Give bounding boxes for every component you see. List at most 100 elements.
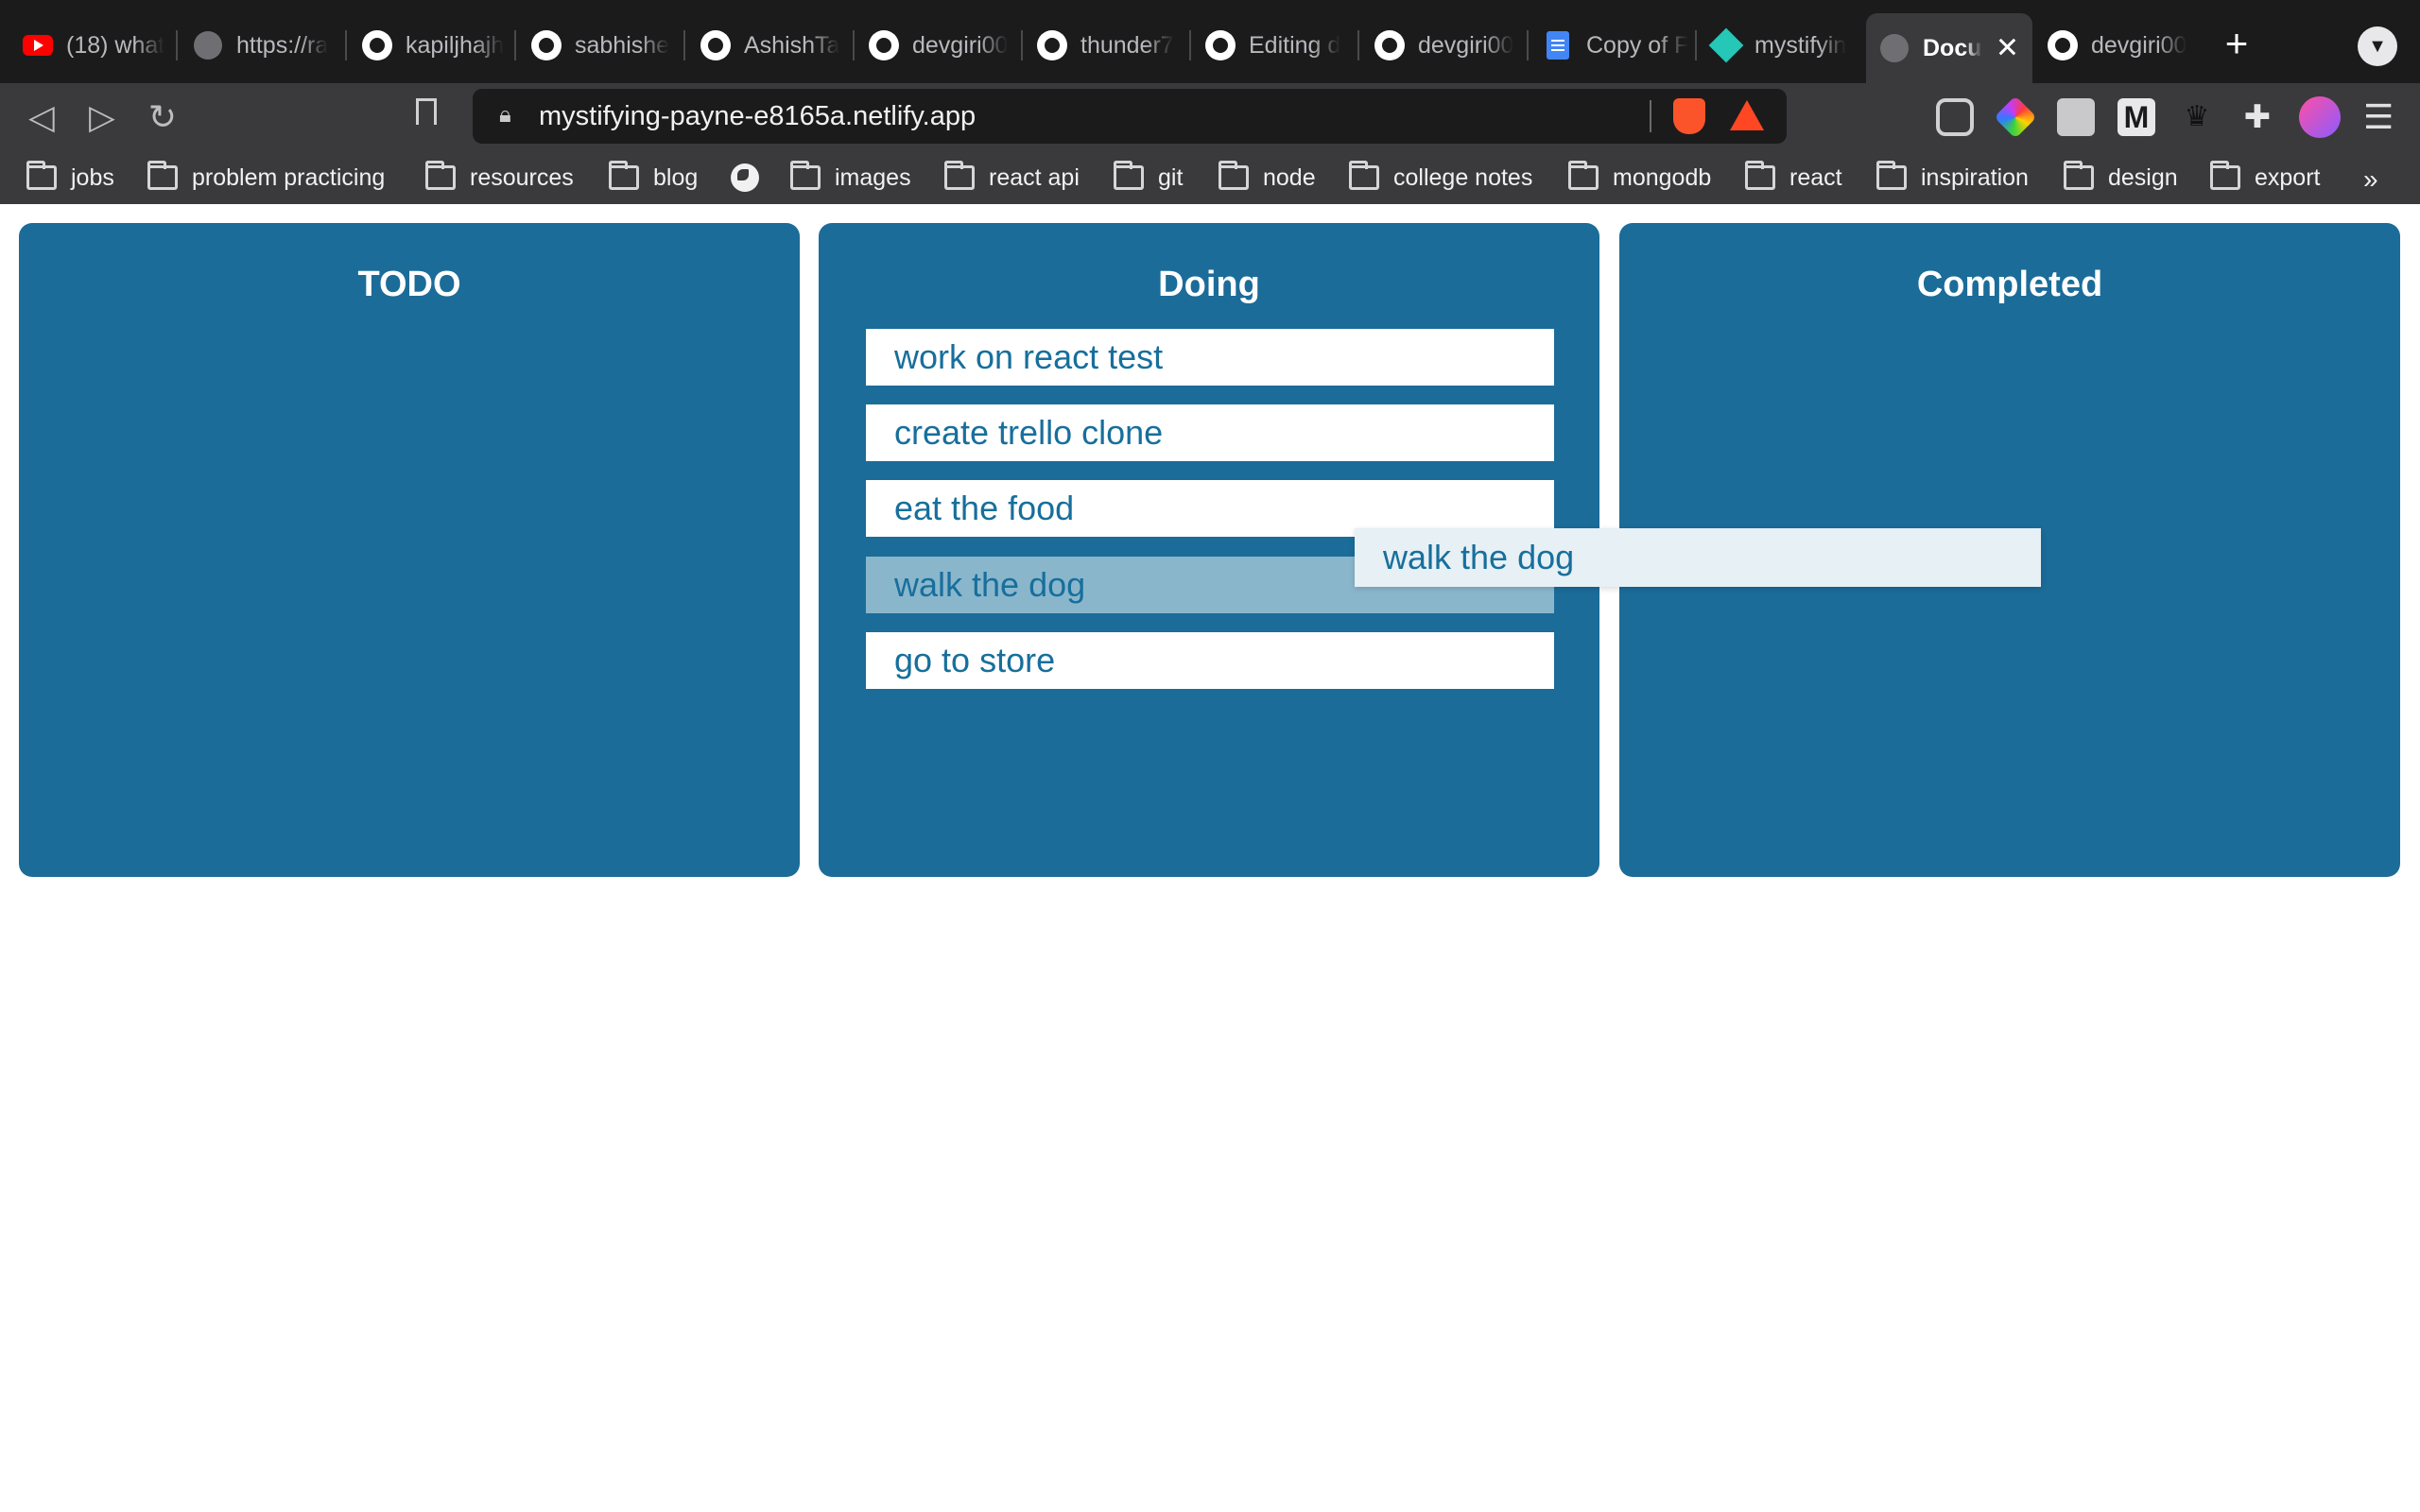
tab-github[interactable]: devgiri00	[1361, 17, 1529, 74]
bookmark-label: problem practicing	[192, 163, 386, 191]
bookmark-globe[interactable]	[731, 159, 759, 197]
github-icon	[1037, 30, 1067, 60]
tab-search-chevron-down-icon[interactable]: ▼	[2358, 26, 2397, 66]
tab-label: Docu	[1923, 34, 1982, 61]
tab-active-document[interactable]: Docu ✕	[1866, 13, 2032, 83]
tab-github[interactable]: AshishTa	[687, 17, 855, 74]
m-extension-icon[interactable]: M	[2118, 98, 2155, 136]
folder-icon	[425, 161, 456, 190]
github-icon	[531, 30, 562, 60]
close-icon[interactable]: ✕	[1996, 32, 2019, 65]
browser-chrome: (18) what https://ra kapiljhajh sabhishe…	[0, 0, 2420, 204]
globe-icon	[1879, 33, 1910, 63]
tab-label: kapiljhajh	[406, 31, 505, 59]
bookmark-icon[interactable]	[416, 98, 437, 125]
tab-label: AshishTa	[744, 31, 840, 59]
dragged-card-preview[interactable]: walk the dog	[1355, 528, 2041, 587]
back-arrow-icon[interactable]: ◁	[15, 91, 68, 144]
tab-youtube[interactable]: (18) what	[9, 17, 178, 74]
bookmark-folder[interactable]: images	[790, 159, 911, 197]
bookmark-label: react	[1789, 163, 1842, 191]
google-docs-icon	[1543, 30, 1573, 60]
extension-icon[interactable]	[2057, 98, 2095, 136]
folder-icon	[609, 161, 639, 190]
tab-link[interactable]: https://ra	[180, 17, 347, 74]
bookmark-folder[interactable]: jobs	[26, 159, 114, 197]
bookmark-folder[interactable]: git	[1114, 159, 1183, 197]
globe-icon	[193, 30, 223, 60]
bookmark-folder[interactable]: inspiration	[1876, 159, 2029, 197]
bookmark-label: resources	[470, 163, 574, 191]
bookmark-folder[interactable]: export	[2210, 159, 2320, 197]
forward-arrow-icon[interactable]: ▷	[76, 91, 129, 144]
new-tab-button[interactable]: +	[2216, 24, 2257, 66]
tab-github[interactable]: sabhishe	[518, 17, 685, 74]
tab-netlify[interactable]: mystifyin	[1698, 17, 1865, 74]
column-todo[interactable]: TODO	[19, 223, 800, 877]
task-card[interactable]: create trello clone	[866, 404, 1554, 461]
folder-icon	[2210, 161, 2240, 190]
crown-extension-icon[interactable]: ♛	[2178, 98, 2216, 136]
column-title: Completed	[1916, 265, 2103, 304]
youtube-icon	[23, 30, 53, 60]
github-icon	[1205, 30, 1236, 60]
tab-label: (18) what	[66, 31, 165, 59]
folder-icon	[26, 161, 57, 190]
bookmark-folder[interactable]: react	[1745, 159, 1842, 197]
tab-google-docs[interactable]: Copy of F	[1530, 17, 1697, 74]
bookmark-folder[interactable]: react api	[944, 159, 1080, 197]
bookmark-label: college notes	[1393, 163, 1533, 191]
folder-icon	[790, 161, 821, 190]
color-picker-extension-icon[interactable]	[1994, 95, 2037, 139]
bookmark-label: jobs	[71, 163, 114, 191]
puzzle-icon[interactable]: ✚	[2238, 98, 2276, 136]
bookmark-folder[interactable]: problem practicing	[147, 159, 385, 197]
reload-icon[interactable]: ↻	[136, 91, 189, 144]
github-icon	[1374, 30, 1405, 60]
tab-label: sabhishe	[575, 31, 670, 59]
tab-label: https://ra	[236, 31, 329, 59]
tab-label: Editing d	[1249, 31, 1341, 59]
brave-shields-icon[interactable]	[1673, 98, 1705, 134]
column-title: Doing	[1158, 265, 1260, 304]
url-text: mystifying-payne-e8165a.netlify.app	[539, 101, 977, 131]
bookmark-label: mongodb	[1613, 163, 1712, 191]
tab-label: devgiri00	[2091, 31, 2187, 59]
tab-github[interactable]: devgiri00	[856, 17, 1023, 74]
bookmark-label: git	[1158, 163, 1184, 191]
bookmarks-bar: jobs problem practicing resources blog i…	[0, 151, 2420, 204]
bookmark-label: design	[2108, 163, 2178, 191]
more-bookmarks-chevron-icon[interactable]: »	[2363, 164, 2378, 195]
bookmark-folder[interactable]: resources	[425, 159, 574, 197]
folder-icon	[1219, 161, 1249, 190]
screenshot-extension-icon[interactable]	[1936, 98, 1974, 136]
bookmark-folder[interactable]: college notes	[1349, 159, 1532, 197]
bookmark-folder[interactable]: node	[1219, 159, 1316, 197]
folder-icon	[1568, 161, 1599, 190]
navigation-toolbar: ◁ ▷ ↻ 🔒︎ mystifying-payne-e8165a.netlify…	[0, 83, 2420, 151]
tab-github[interactable]: devgiri00	[2034, 17, 2202, 74]
tab-github[interactable]: thunder7	[1024, 17, 1191, 74]
folder-icon	[944, 161, 975, 190]
address-bar[interactable]: 🔒︎ mystifying-payne-e8165a.netlify.app	[473, 89, 1787, 144]
github-icon	[700, 30, 731, 60]
tab-github[interactable]: Editing d	[1192, 17, 1359, 74]
tab-label: mystifyin	[1754, 31, 1847, 59]
bookmark-folder[interactable]: design	[2064, 159, 2178, 197]
github-icon	[869, 30, 899, 60]
task-card[interactable]: work on react test	[866, 329, 1554, 386]
bookmark-label: export	[2255, 163, 2321, 191]
divider	[1650, 100, 1651, 132]
folder-icon	[147, 161, 178, 190]
brave-rewards-icon[interactable]	[1730, 100, 1764, 130]
main-menu-icon[interactable]: ☰	[2363, 100, 2395, 134]
avatar[interactable]	[2299, 96, 2341, 138]
folder-icon	[1745, 161, 1775, 190]
bookmark-folder[interactable]: mongodb	[1568, 159, 1711, 197]
bookmark-folder[interactable]: blog	[609, 159, 698, 197]
tab-strip: (18) what https://ra kapiljhajh sabhishe…	[0, 0, 2420, 83]
kanban-board: TODO Doing work on react test create tre…	[0, 204, 2420, 1512]
task-card[interactable]: go to store	[866, 632, 1554, 689]
bookmark-label: node	[1263, 163, 1316, 191]
tab-github[interactable]: kapiljhajh	[349, 17, 516, 74]
